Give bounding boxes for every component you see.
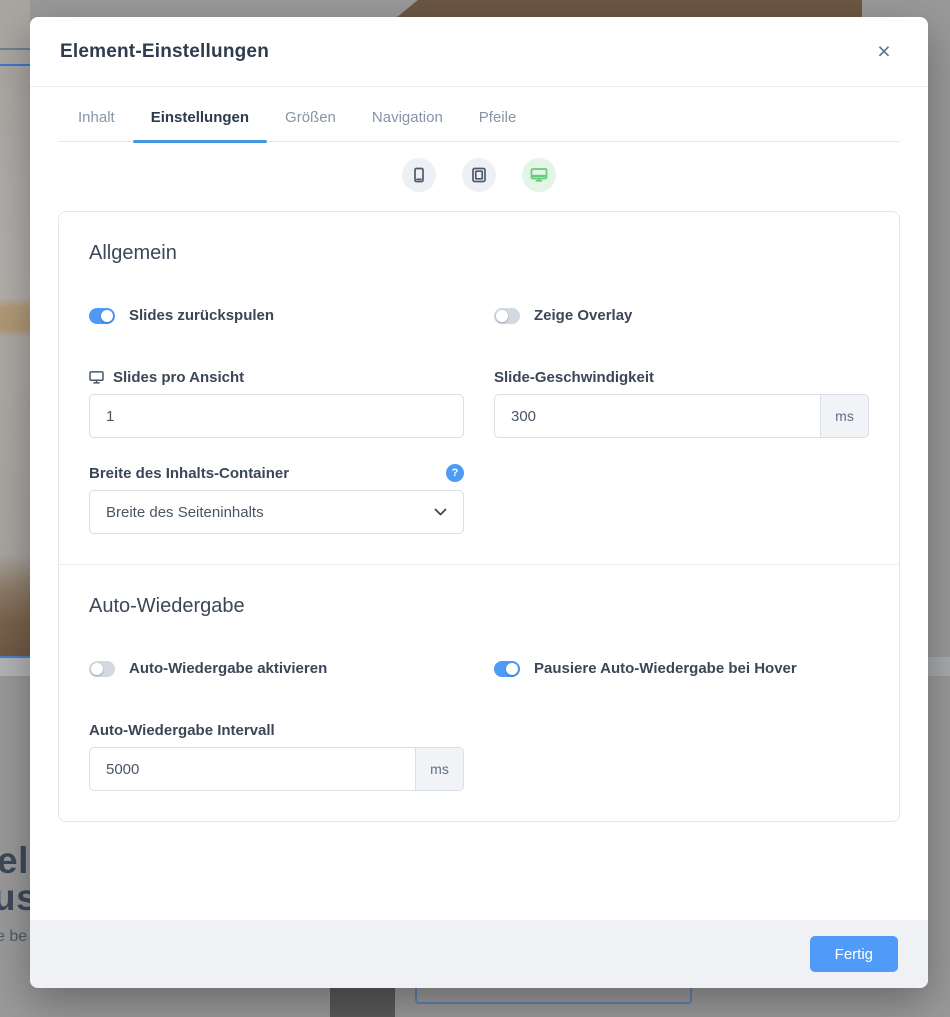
- toggle-knob: [496, 310, 508, 322]
- tab-einstellungen[interactable]: Einstellungen: [133, 109, 267, 141]
- mobile-device-icon[interactable]: [402, 158, 436, 192]
- slides-rewind-toggle[interactable]: [89, 308, 115, 324]
- section-heading: Auto-Wiedergabe: [89, 595, 869, 618]
- slide-speed-input[interactable]: [495, 395, 820, 437]
- background-dark-block: [330, 988, 395, 1017]
- show-overlay-toggle[interactable]: [494, 308, 520, 324]
- tab-pfeile[interactable]: Pfeile: [461, 109, 535, 141]
- autoplay-interval-input[interactable]: [90, 748, 415, 790]
- background-kitchen-photo-strip: [0, 0, 30, 676]
- unit-suffix: ms: [820, 395, 868, 437]
- tablet-device-icon[interactable]: [462, 158, 496, 192]
- background-section-band-right: [928, 657, 950, 676]
- field-content-width: Breite des Inhalts-Container ? Breite de…: [89, 464, 464, 534]
- field-autoplay-interval: Auto-Wiedergabe Intervall ms: [89, 721, 464, 791]
- setting-pause-on-hover: Pausiere Auto-Wiedergabe bei Hover: [494, 660, 869, 677]
- autoplay-enable-toggle[interactable]: [89, 661, 115, 677]
- background-paragraph-fragment: e be: [0, 928, 27, 946]
- help-icon[interactable]: ?: [446, 464, 464, 482]
- background-selection-line: [0, 64, 30, 66]
- settings-card: Allgemein Slides zurückspulen Zeige Over…: [58, 211, 900, 822]
- close-icon[interactable]: ×: [870, 38, 898, 66]
- field-label-text: Auto-Wiedergabe Intervall: [89, 722, 275, 739]
- modal-footer: Fertig: [30, 920, 928, 988]
- field-label-text: Slides pro Ansicht: [113, 369, 244, 386]
- pause-on-hover-toggle[interactable]: [494, 661, 520, 677]
- field-label-text: Breite des Inhalts-Container: [89, 465, 289, 482]
- tab-bar: Inhalt Einstellungen Größen Navigation P…: [58, 87, 900, 142]
- setting-autoplay-enable: Auto-Wiedergabe aktivieren: [89, 660, 464, 677]
- modal-header: Element-Einstellungen ×: [30, 17, 928, 87]
- tab-navigation[interactable]: Navigation: [354, 109, 461, 141]
- section-auto-wiedergabe: Auto-Wiedergabe Auto-Wiedergabe aktivier…: [59, 564, 899, 821]
- monitor-icon: [89, 371, 104, 384]
- background-section-band-left: [0, 656, 30, 676]
- select-value: Breite des Seiteninhalts: [106, 504, 264, 521]
- tab-inhalt[interactable]: Inhalt: [60, 109, 133, 141]
- toggle-label: Pausiere Auto-Wiedergabe bei Hover: [534, 660, 797, 677]
- section-heading: Allgemein: [89, 242, 869, 265]
- content-width-select[interactable]: Breite des Seiteninhalts: [89, 490, 464, 534]
- toggle-knob: [91, 663, 103, 675]
- desktop-device-icon[interactable]: [522, 158, 556, 192]
- done-button[interactable]: Fertig: [810, 936, 898, 972]
- section-allgemein: Allgemein Slides zurückspulen Zeige Over…: [59, 212, 899, 564]
- setting-show-overlay: Zeige Overlay: [494, 307, 869, 324]
- device-switcher: [30, 142, 928, 211]
- element-settings-modal: Element-Einstellungen × Inhalt Einstellu…: [30, 17, 928, 988]
- unit-suffix: ms: [415, 748, 463, 790]
- field-slides-per-view: Slides pro Ansicht: [89, 368, 464, 438]
- modal-title: Element-Einstellungen: [60, 41, 269, 63]
- setting-slides-rewind: Slides zurückspulen: [89, 307, 464, 324]
- field-slide-speed: Slide-Geschwindigkeit ms: [494, 368, 869, 438]
- toggle-knob: [506, 663, 518, 675]
- tab-groessen[interactable]: Größen: [267, 109, 354, 141]
- toggle-label: Zeige Overlay: [534, 307, 632, 324]
- toggle-knob: [101, 310, 113, 322]
- toggle-label: Auto-Wiedergabe aktivieren: [129, 660, 327, 677]
- chevron-down-icon: [434, 508, 447, 516]
- toggle-label: Slides zurückspulen: [129, 307, 274, 324]
- slides-per-view-input[interactable]: [90, 395, 463, 437]
- field-label-text: Slide-Geschwindigkeit: [494, 369, 654, 386]
- background-divider-line: [0, 48, 30, 50]
